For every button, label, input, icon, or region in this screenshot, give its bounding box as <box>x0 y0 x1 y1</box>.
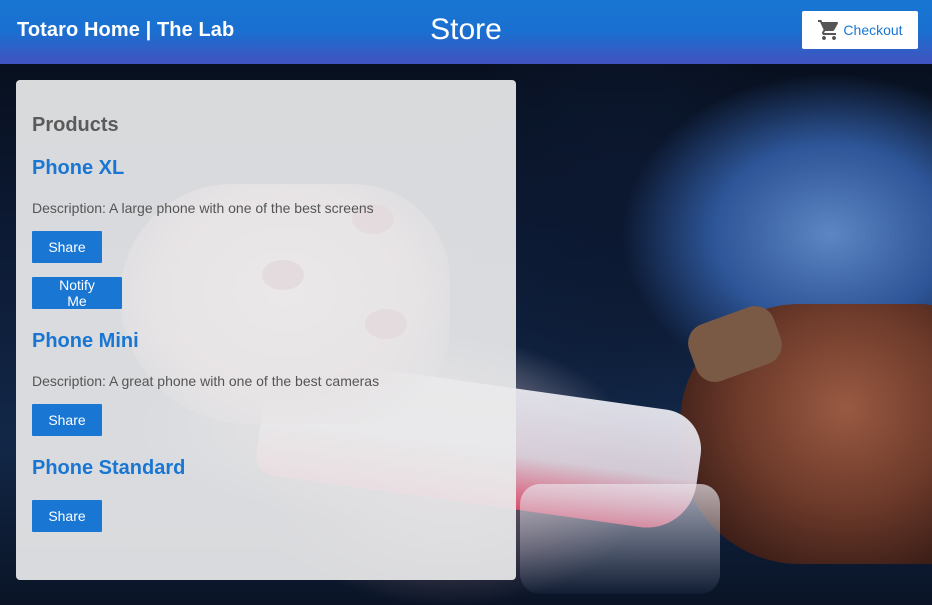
share-button[interactable]: Share <box>32 500 102 532</box>
product-link-phone-xl[interactable]: Phone XL <box>32 156 500 180</box>
products-heading: Products <box>32 114 119 136</box>
product-link-phone-standard[interactable]: Phone Standard <box>32 456 500 480</box>
top-app-bar: Totaro Home | The Lab Store Checkout <box>0 0 932 64</box>
brand-link[interactable]: Totaro Home | The Lab <box>17 19 234 42</box>
shopping-cart-icon <box>818 20 839 40</box>
checkout-label: Checkout <box>843 22 903 38</box>
product-description: Description: A great phone with one of t… <box>32 373 380 389</box>
product-description: Description: A large phone with one of t… <box>32 200 374 216</box>
product-link-phone-mini[interactable]: Phone Mini <box>32 329 500 353</box>
notify-me-button[interactable]: Notify Me <box>32 277 122 309</box>
page-title: Store <box>430 13 502 46</box>
products-card: Products Phone XL Description: A large p… <box>16 80 516 580</box>
share-button[interactable]: Share <box>32 231 102 263</box>
share-button[interactable]: Share <box>32 404 102 436</box>
background-reflection <box>520 484 720 594</box>
checkout-button[interactable]: Checkout <box>802 11 918 49</box>
